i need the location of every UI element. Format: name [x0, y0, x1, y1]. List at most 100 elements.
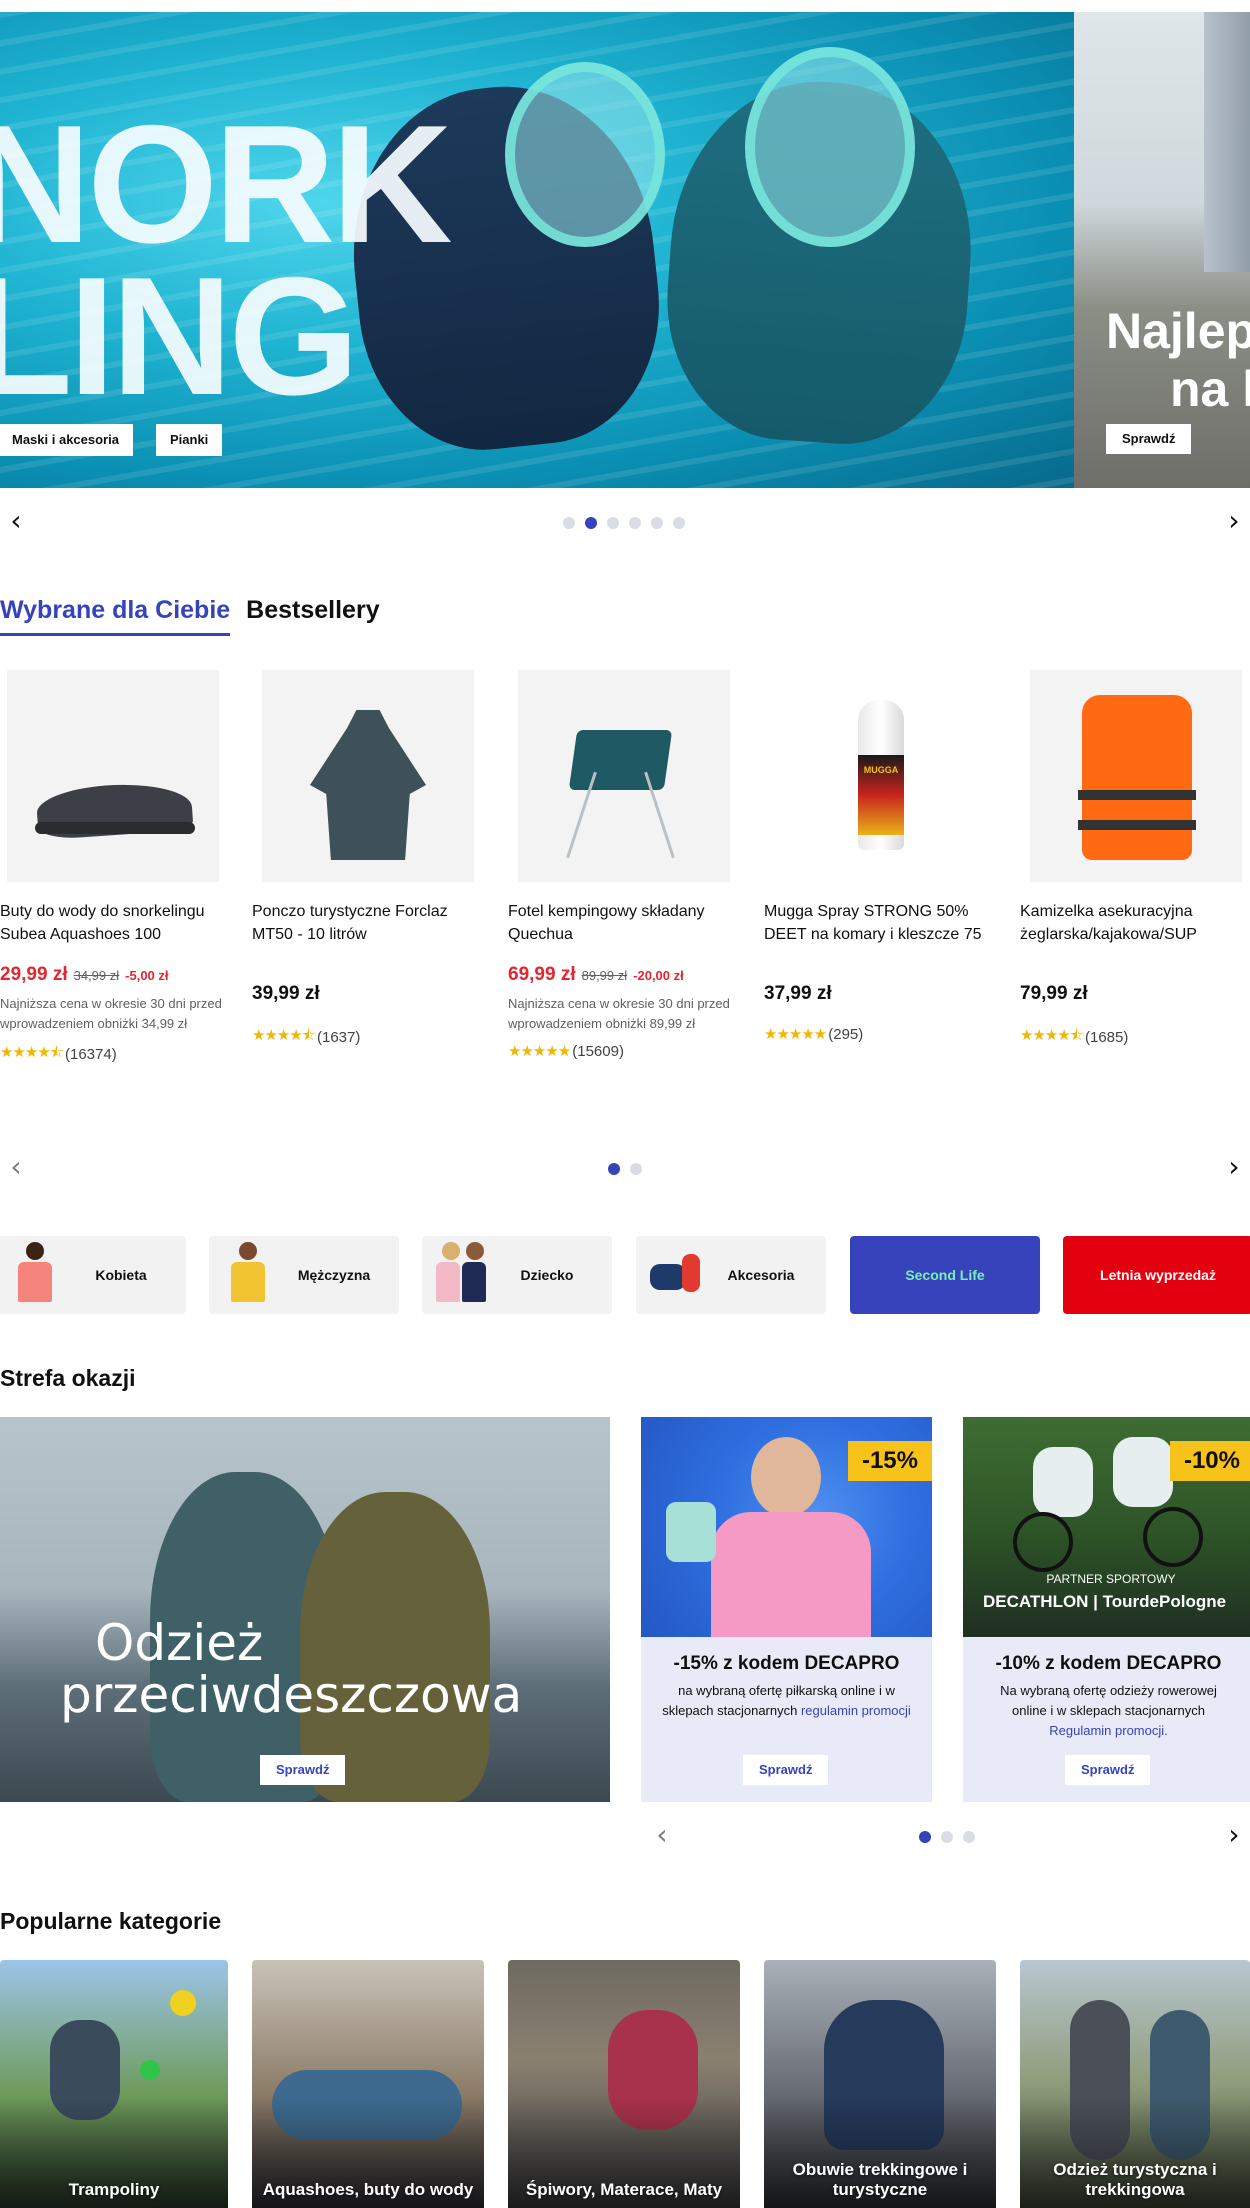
review-count: (16374)	[65, 1046, 117, 1063]
rainwear-title-line2: przeciwdeszczowa	[60, 1666, 523, 1724]
promo-terms-link[interactable]: regulamin promocji	[801, 1703, 911, 1718]
popular-category-trampolines[interactable]: Trampoliny	[0, 1960, 228, 2208]
building-image	[1204, 12, 1250, 272]
category-second-life[interactable]: Second Life	[850, 1236, 1040, 1314]
camping-chair-image	[568, 730, 673, 790]
deals-section-title: Strefa okazji	[0, 1365, 136, 1391]
category-label: Dziecko	[520, 1267, 574, 1283]
wheel-shape	[1013, 1512, 1073, 1572]
image-shade	[0, 1960, 228, 2208]
product-tabs: Wybrane dla Ciebie Bestsellery	[0, 596, 380, 636]
products-prev-arrow-icon[interactable]: ‹	[2, 1153, 30, 1182]
spray-brand-text: MUGGA	[863, 765, 899, 775]
rainwear-check-button[interactable]: Sprawdź	[260, 1755, 346, 1785]
popular-category-label: Obuwie trekkingowe i turystyczne	[792, 2160, 968, 2199]
category-accessories[interactable]: Akcesoria	[636, 1236, 826, 1314]
deal-check-button[interactable]: Sprawdź	[1065, 1755, 1151, 1785]
masks-accessories-button[interactable]: Maski i akcesoria	[0, 424, 133, 456]
figure-head	[442, 1242, 460, 1260]
price-row: 37,99 zł	[764, 983, 990, 1005]
deal-desc-text: Na wybraną ofertę odzieży rowerowej onli…	[1000, 1683, 1217, 1718]
deals-next-arrow-icon[interactable]: ›	[1220, 1821, 1248, 1850]
woman-figure-image	[6, 1236, 66, 1314]
rating: ★★★★★ (295)	[764, 1025, 990, 1043]
category-label: Kobieta	[95, 1267, 147, 1283]
product-image[interactable]	[262, 670, 474, 882]
deal-card-cycling[interactable]: PARTNER SPORTOWY DECATHLON | TourdePolog…	[963, 1417, 1250, 1802]
product-name[interactable]: Buty do wody do snorkelingu Subea Aquash…	[0, 900, 226, 946]
review-count: (1637)	[317, 1029, 361, 1046]
popular-category-trekking-clothing[interactable]: Odzież turystyczna i trekkingowa	[1020, 1960, 1250, 2208]
hero-prev-arrow-icon[interactable]: ‹	[2, 507, 30, 536]
deals-dot-3[interactable]	[963, 1831, 975, 1843]
hero-dot-5[interactable]	[651, 517, 663, 529]
products-next-arrow-icon[interactable]: ›	[1220, 1153, 1248, 1182]
deal-check-button[interactable]: Sprawdź	[743, 1755, 829, 1785]
kids-figure-image	[432, 1236, 492, 1314]
category-kids[interactable]: Dziecko	[422, 1236, 612, 1314]
player-shirt	[711, 1512, 871, 1637]
rating: ★★★★⯪ (16374)	[0, 1042, 226, 1067]
figure-body	[231, 1262, 265, 1302]
wetsuits-button[interactable]: Pianki	[156, 424, 223, 456]
old-price: 89,99 zł	[581, 968, 628, 983]
product-name[interactable]: Mugga Spray STRONG 50% DEET na komary i …	[764, 900, 990, 946]
hero-dot-2[interactable]	[585, 517, 597, 529]
hero-headline-line2: LING	[0, 242, 359, 430]
popular-category-sleeping-bags[interactable]: Śpiwory, Materace, Maty	[508, 1960, 740, 2208]
product-card[interactable]: Ponczo turystyczne Forclaz MT50 - 10 lit…	[252, 670, 478, 1050]
promo-terms-link[interactable]: Regulamin promocji.	[1049, 1723, 1168, 1738]
deal-rainwear-banner[interactable]: Odzież przeciwdeszczowa Sprawdź	[0, 1417, 610, 1802]
rating: ★★★★★ (15609)	[508, 1042, 734, 1060]
product-name[interactable]: Ponczo turystyczne Forclaz MT50 - 10 lit…	[252, 900, 478, 946]
popular-category-aquashoes[interactable]: Aquashoes, buty do wody	[252, 1960, 484, 2208]
hero-slide-next[interactable]: Najlep na hu Sprawdź	[1074, 12, 1250, 488]
hero-slide-snorkeling[interactable]: NORK LING Maski i akcesoria Pianki	[0, 12, 1074, 488]
deal-card-football[interactable]: -15% -15% z kodem DECAPRO na wybraną ofe…	[641, 1417, 932, 1802]
price: 37,99 zł	[764, 983, 832, 1004]
hero-dot-1[interactable]	[563, 517, 575, 529]
category-women[interactable]: Kobieta	[0, 1236, 186, 1314]
discount-badge: -10%	[1169, 1441, 1250, 1481]
popular-category-trekking-shoes[interactable]: Obuwie trekkingowe i turystyczne	[764, 1960, 996, 2208]
tab-picked-for-you[interactable]: Wybrane dla Ciebie	[0, 596, 231, 636]
product-image[interactable]	[7, 670, 219, 882]
product-card[interactable]: Buty do wody do snorkelingu Subea Aquash…	[0, 670, 226, 1067]
product-name[interactable]: Kamizelka asekuracyjna żeglarska/kajakow…	[1020, 900, 1246, 946]
vest-strap	[1078, 790, 1196, 800]
deal-card-description: Na wybraną ofertę odzieży rowerowej onli…	[983, 1681, 1234, 1741]
product-card[interactable]: MUGGA Mugga Spray STRONG 50% DEET na kom…	[764, 670, 990, 1043]
deal-card-title: -15% z kodem DECAPRO	[673, 1653, 900, 1674]
product-image[interactable]: MUGGA	[774, 670, 986, 882]
rainwear-title-line1: Odzież	[95, 1614, 264, 1672]
hero-dot-4[interactable]	[629, 517, 641, 529]
hero-next-arrow-icon[interactable]: ›	[1220, 507, 1248, 536]
product-card[interactable]: Kamizelka asekuracyjna żeglarska/kajakow…	[1020, 670, 1246, 1050]
wheel-shape	[1143, 1507, 1203, 1567]
deals-dot-2[interactable]	[941, 1831, 953, 1843]
products-dot-2[interactable]	[630, 1163, 642, 1175]
product-name[interactable]: Fotel kempingowy składany Quechua	[508, 900, 734, 946]
figure-body	[18, 1262, 52, 1302]
deals-prev-arrow-icon[interactable]: ‹	[648, 1821, 676, 1850]
hero-dot-6[interactable]	[673, 517, 685, 529]
category-men[interactable]: Mężczyzna	[209, 1236, 399, 1314]
product-image[interactable]	[518, 670, 730, 882]
products-dot-1[interactable]	[608, 1163, 620, 1175]
popular-category-label: Trampoliny	[68, 2180, 160, 2199]
product-card[interactable]: Fotel kempingowy składany Quechua 69,99 …	[508, 670, 734, 1060]
rating: ★★★★⯪ (1685)	[1020, 1025, 1246, 1050]
deals-dot-1[interactable]	[919, 1831, 931, 1843]
tab-bestsellers[interactable]: Bestsellery	[246, 596, 379, 636]
discount-amount: -5,00 zł	[125, 968, 169, 983]
hero-dot-3[interactable]	[607, 517, 619, 529]
category-summer-sale[interactable]: Letnia wyprzedaż	[1063, 1236, 1250, 1314]
next-slide-check-button[interactable]: Sprawdź	[1106, 424, 1192, 454]
next-slide-title: Najlep na hu	[1106, 302, 1250, 418]
review-count: (15609)	[572, 1042, 624, 1060]
product-image[interactable]	[1030, 670, 1242, 882]
star-rating-icon: ★★★★⯪	[0, 1043, 64, 1061]
water-shoe-sole	[35, 822, 195, 834]
figure-head	[466, 1242, 484, 1260]
vest-strap	[1078, 820, 1196, 830]
